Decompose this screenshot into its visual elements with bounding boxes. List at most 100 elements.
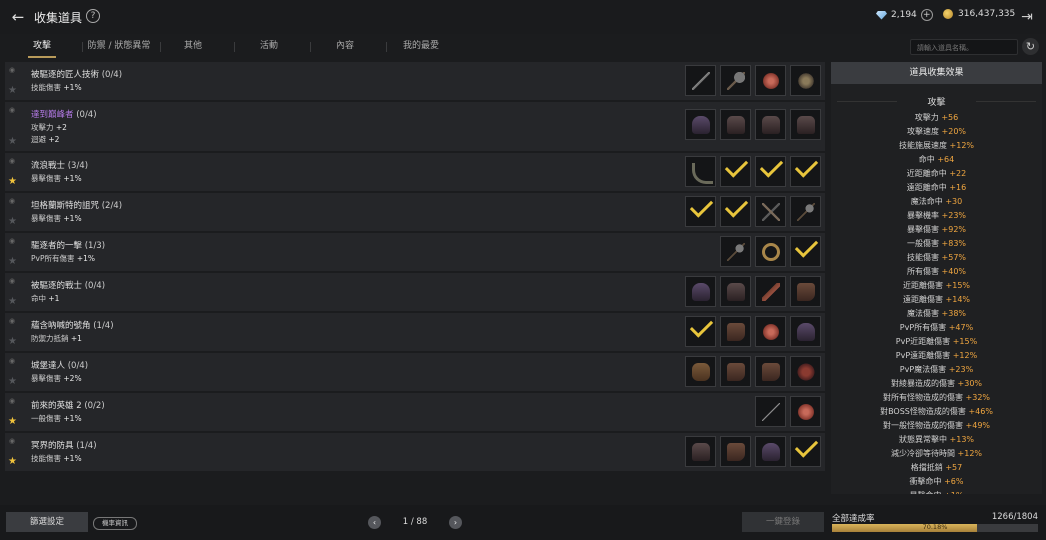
item-slots (755, 396, 821, 427)
tab-favorites[interactable]: 我的最愛 (396, 36, 446, 58)
eye-icon[interactable]: ◉ (9, 437, 15, 445)
eye-icon[interactable]: ◉ (9, 197, 15, 205)
item-slot[interactable] (755, 396, 786, 427)
achievement-percent: 70.18% (922, 523, 948, 531)
item-slot[interactable] (790, 109, 821, 140)
effect-value: +12% (952, 351, 978, 360)
eye-icon[interactable]: ◉ (9, 66, 15, 74)
item-slot[interactable] (755, 236, 786, 267)
item-slot[interactable] (755, 156, 786, 187)
help-icon[interactable]: ? (86, 9, 100, 23)
favorite-star-icon[interactable]: ★ (8, 136, 17, 147)
item-slot[interactable] (755, 65, 786, 96)
eye-icon[interactable]: ◉ (9, 157, 15, 165)
item-slot[interactable] (685, 276, 716, 307)
item-slot[interactable] (755, 316, 786, 347)
item-slot[interactable] (720, 436, 751, 467)
item-slot[interactable] (720, 236, 751, 267)
item-slot[interactable] (720, 156, 751, 187)
favorite-star-icon[interactable]: ★ (8, 176, 17, 187)
item-slot[interactable] (685, 436, 716, 467)
exit-icon[interactable]: ⇥ (1018, 8, 1036, 26)
next-page-icon[interactable]: › (449, 516, 462, 529)
probability-info-button[interactable]: 機率資訊 (93, 517, 137, 530)
item-slot[interactable] (685, 356, 716, 387)
item-slot[interactable] (790, 65, 821, 96)
effect-value: +20% (941, 127, 967, 136)
back-arrow-icon[interactable]: ← (9, 8, 27, 26)
collection-row[interactable]: ◉ ★ 達到巔峰者 (0/4) 攻擊力 +2 迴避 +2 (5, 102, 825, 151)
item-slot[interactable] (720, 316, 751, 347)
item-slot[interactable] (685, 156, 716, 187)
favorite-star-icon[interactable]: ★ (8, 216, 17, 227)
collection-title: 被驅逐的戰士 (31, 281, 83, 291)
register-all-button[interactable]: 一鍵登錄 (742, 512, 824, 532)
tab-attack[interactable]: 攻擊 (20, 36, 64, 58)
collection-row[interactable]: ◉ ★ 蘊含吶喊的號角 (1/4) 防禦力抵銷 +1 (5, 313, 825, 351)
eye-icon[interactable]: ◉ (9, 106, 15, 114)
item-slot[interactable] (720, 65, 751, 96)
item-slot[interactable] (755, 109, 786, 140)
item-slot[interactable] (755, 436, 786, 467)
checkmark-icon (794, 237, 819, 258)
effect-line: PvP近距離傷害 +15% (831, 335, 1042, 349)
item-slot[interactable] (755, 276, 786, 307)
item-slot[interactable] (790, 316, 821, 347)
tab-event[interactable]: 活動 (246, 36, 292, 58)
item-slot[interactable] (790, 396, 821, 427)
filter-settings-button[interactable]: 篩選設定 (6, 512, 88, 532)
item-slot[interactable] (685, 109, 716, 140)
effect-line: 對一般怪物造成的傷害 +49% (831, 419, 1042, 433)
item-slot[interactable] (755, 356, 786, 387)
eye-icon[interactable]: ◉ (9, 237, 15, 245)
tab-content[interactable]: 內容 (322, 36, 368, 58)
collection-row[interactable]: ◉ ★ 驅逐者的一擊 (1/3) PvP所有傷害 +1% (5, 233, 825, 271)
search-input[interactable]: 請輸入道具名稱。 (910, 39, 1018, 55)
eye-icon[interactable]: ◉ (9, 397, 15, 405)
item-slot[interactable] (790, 436, 821, 467)
eye-icon[interactable]: ◉ (9, 277, 15, 285)
add-gem-icon[interactable]: + (920, 9, 933, 21)
refresh-icon[interactable]: ↻ (1022, 38, 1039, 55)
effect-value: +32% (965, 393, 991, 402)
helm-icon (692, 283, 710, 301)
collection-row[interactable]: ◉ ★ 前來的英雄 2 (0/2) 一般傷害 +1% (5, 393, 825, 431)
eye-icon[interactable]: ◉ (9, 357, 15, 365)
collection-row[interactable]: ◉ ★ 被驅逐的戰士 (0/4) 命中 +1 (5, 273, 825, 311)
item-slot[interactable] (685, 196, 716, 227)
collection-row[interactable]: ◉ ★ 城堡達人 (0/4) 暴擊傷害 +2% (5, 353, 825, 391)
item-slot[interactable] (720, 196, 751, 227)
collection-row[interactable]: ◉ ★ 冥界的防具 (1/4) 技能傷害 +1% (5, 433, 825, 471)
effects-panel-title: 道具收集效果 (831, 62, 1042, 84)
tab-other[interactable]: 其他 (170, 36, 216, 58)
stat-label: 攻擊力 (31, 123, 54, 132)
eye-icon[interactable]: ◉ (9, 317, 15, 325)
favorite-star-icon[interactable]: ★ (8, 336, 17, 347)
item-slot[interactable] (720, 109, 751, 140)
favorite-star-icon[interactable]: ★ (8, 416, 17, 427)
favorite-star-icon[interactable]: ★ (8, 85, 17, 96)
item-slot[interactable] (720, 356, 751, 387)
effect-value: +38% (941, 309, 967, 318)
collection-row[interactable]: ◉ ★ 被驅逐的匠人技術 (0/4) 技能傷害 +1% (5, 62, 825, 100)
stat-value: +1% (63, 214, 82, 223)
collection-row[interactable]: ◉ ★ 坦格蘭斯特的詛咒 (2/4) 暴擊傷害 +1% (5, 193, 825, 231)
favorite-star-icon[interactable]: ★ (8, 456, 17, 467)
prev-page-icon[interactable]: ‹ (368, 516, 381, 529)
item-slot[interactable] (685, 65, 716, 96)
item-slots (685, 276, 821, 307)
item-slot[interactable] (790, 196, 821, 227)
favorite-star-icon[interactable]: ★ (8, 256, 17, 267)
item-slot[interactable] (720, 276, 751, 307)
favorite-star-icon[interactable]: ★ (8, 296, 17, 307)
tab-divider (386, 42, 387, 52)
favorite-star-icon[interactable]: ★ (8, 376, 17, 387)
item-slot[interactable] (755, 196, 786, 227)
collection-row[interactable]: ◉ ★ 流浪戰士 (3/4) 暴擊傷害 +1% (5, 153, 825, 191)
item-slot[interactable] (790, 156, 821, 187)
item-slot[interactable] (790, 356, 821, 387)
item-slot[interactable] (790, 236, 821, 267)
item-slot[interactable] (685, 316, 716, 347)
item-slot[interactable] (790, 276, 821, 307)
tab-defense[interactable]: 防禦 / 狀態異常 (84, 36, 154, 58)
